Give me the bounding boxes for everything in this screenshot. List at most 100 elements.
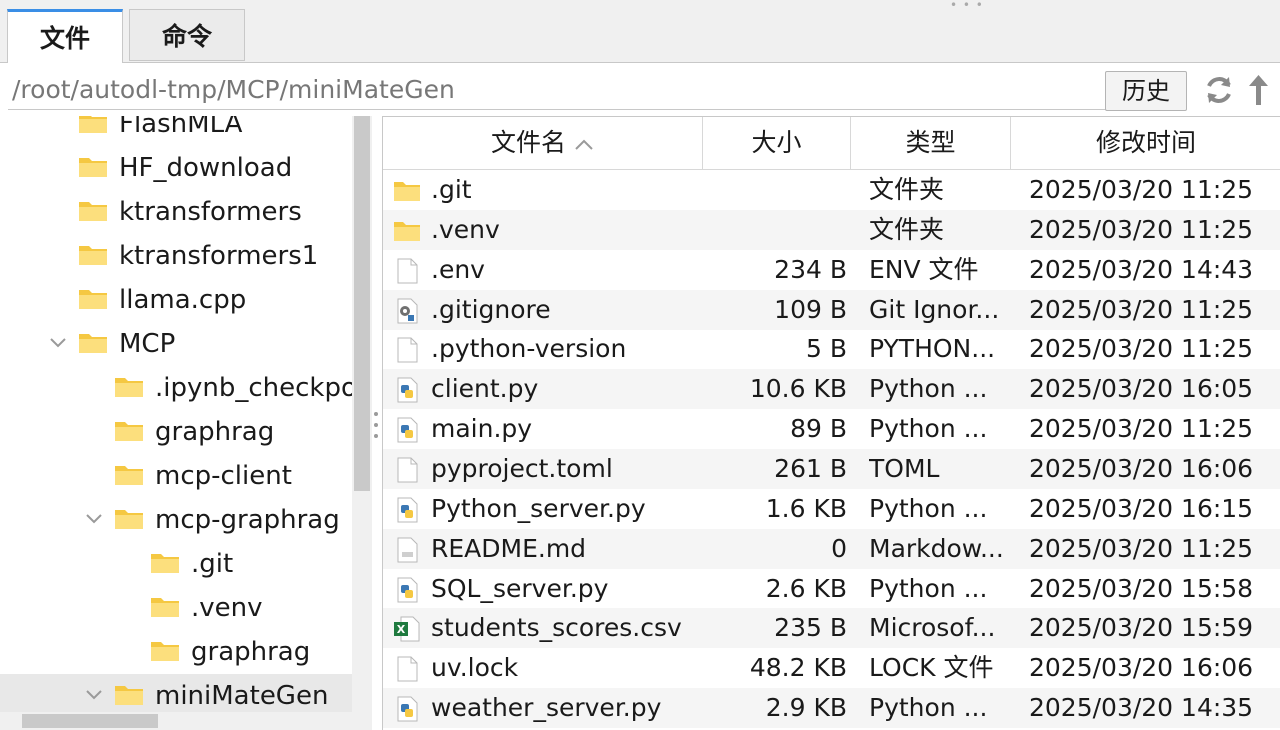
tab-commands[interactable]: 命令 bbox=[129, 9, 245, 61]
tree-item[interactable]: graphrag bbox=[0, 410, 352, 454]
file-type: Microsof... bbox=[869, 613, 996, 643]
tree-item[interactable]: .git bbox=[0, 542, 352, 586]
table-row[interactable]: SQL_server.py 2.6 KB Python ... 2025/03/20 … bbox=[383, 569, 1280, 609]
tree-item-label: HF_download bbox=[119, 153, 293, 183]
file-size: 109 B bbox=[774, 294, 847, 324]
folder-icon bbox=[393, 218, 421, 244]
tree-horizontal-scrollbar[interactable] bbox=[0, 712, 352, 730]
tree-item-label: ktransformers bbox=[119, 197, 302, 227]
chevron-down-icon[interactable] bbox=[48, 322, 68, 366]
file-type: 文件夹 bbox=[869, 214, 945, 244]
file-size: 0 bbox=[831, 533, 847, 563]
tree-item-label: .venv bbox=[191, 593, 263, 623]
tree-item[interactable]: ktransformers1 bbox=[0, 234, 352, 278]
tree-item-label: MCP bbox=[119, 329, 176, 359]
tree-item[interactable]: .venv bbox=[0, 586, 352, 630]
folder-icon bbox=[114, 410, 144, 454]
file-type: Python ... bbox=[869, 493, 988, 523]
folder-icon bbox=[114, 454, 144, 498]
file-size: 261 B bbox=[774, 453, 847, 483]
table-row[interactable]: .venv 文件夹 2025/03/20 11:25 bbox=[383, 209, 1280, 250]
file-size: 1.6 KB bbox=[765, 493, 847, 523]
refresh-icon[interactable] bbox=[1202, 73, 1236, 107]
folder-icon bbox=[78, 146, 108, 190]
blank-file-icon bbox=[393, 656, 421, 682]
folder-icon bbox=[78, 190, 108, 234]
tree-item[interactable]: llama.cpp bbox=[0, 278, 352, 322]
column-header-size[interactable]: 大小 bbox=[703, 117, 851, 169]
tree-scroll-thumb[interactable] bbox=[354, 116, 370, 491]
up-arrow-icon[interactable] bbox=[1245, 73, 1273, 107]
folder-tree: FlashMLA HF_download ktransformers ktransfo… bbox=[0, 116, 352, 730]
python-file-icon bbox=[393, 417, 421, 443]
python-file-icon bbox=[393, 577, 421, 603]
svg-text:X: X bbox=[397, 623, 406, 636]
splitter-grip-icon[interactable] bbox=[373, 410, 379, 440]
file-type: ENV 文件 bbox=[869, 254, 979, 284]
file-modified: 2025/03/20 14:35 bbox=[1029, 693, 1254, 723]
file-size: 89 B bbox=[790, 414, 847, 444]
tree-item-label: FlashMLA bbox=[119, 116, 243, 139]
tree-item-label: mcp-graphrag bbox=[155, 505, 340, 535]
tree-item[interactable]: mcp-client bbox=[0, 454, 352, 498]
tree-item[interactable]: HF_download bbox=[0, 146, 352, 190]
tree-item[interactable]: MCP bbox=[0, 322, 352, 366]
file-name: client.py bbox=[431, 374, 539, 404]
python-file-icon bbox=[393, 377, 421, 403]
tree-item[interactable]: FlashMLA bbox=[0, 116, 352, 146]
file-modified: 2025/03/20 14:43 bbox=[1029, 254, 1254, 284]
folder-icon bbox=[114, 366, 144, 410]
table-row[interactable]: Xstudents_scores.csv 235 B Microsof... 2025… bbox=[383, 608, 1280, 649]
table-row[interactable]: main.py 89 B Python ... 2025/03/20 11:25 bbox=[383, 409, 1280, 449]
file-name: .python-version bbox=[431, 334, 627, 364]
file-list: 文件名 大小 类型 修改时间 .git 文件夹 2025/03/20 11:25 .v… bbox=[382, 116, 1280, 730]
file-type: LOCK 文件 bbox=[869, 653, 994, 683]
path-bar: 历史 bbox=[0, 63, 1280, 115]
tree-item-label: llama.cpp bbox=[119, 285, 247, 315]
column-header-modified[interactable]: 修改时间 bbox=[1011, 117, 1280, 169]
table-row[interactable]: client.py 10.6 KB Python ... 2025/03/20 16:… bbox=[383, 369, 1280, 410]
file-type: 文件夹 bbox=[869, 175, 945, 204]
tree-item-label: mcp-client bbox=[155, 461, 292, 491]
tree-hscroll-thumb[interactable] bbox=[22, 714, 158, 728]
table-row[interactable]: Python_server.py 1.6 KB Python ... 2025/03/… bbox=[383, 489, 1280, 529]
file-name: main.py bbox=[431, 414, 533, 444]
drag-grip-icon[interactable]: • • • bbox=[950, 0, 984, 12]
path-input[interactable] bbox=[8, 69, 1106, 110]
table-row[interactable]: .gitignore 109 B Git Ignor... 2025/03/20 11… bbox=[383, 289, 1280, 330]
tree-item[interactable]: ktransformers bbox=[0, 190, 352, 234]
file-modified: 2025/03/20 11:25 bbox=[1029, 414, 1254, 444]
file-modified: 2025/03/20 11:25 bbox=[1029, 533, 1254, 563]
table-row[interactable]: weather_server.py 2.9 KB Python ... 2025/03… bbox=[383, 688, 1280, 729]
history-button[interactable]: 历史 bbox=[1105, 71, 1187, 111]
tree-item-label: .ipynb_checkpoi bbox=[155, 373, 352, 403]
table-row[interactable]: pyproject.toml 261 B TOML 2025/03/20 16:06 bbox=[383, 448, 1280, 489]
file-name: pyproject.toml bbox=[431, 453, 613, 483]
table-row[interactable]: .env 234 B ENV 文件 2025/03/20 14:43 bbox=[383, 250, 1280, 290]
file-type: Python ... bbox=[869, 693, 988, 723]
file-modified: 2025/03/20 11:25 bbox=[1029, 175, 1254, 204]
tree-item-label: ktransformers1 bbox=[119, 241, 319, 271]
table-row[interactable]: .python-version 5 B PYTHON... 2025/03/20 11… bbox=[383, 329, 1280, 369]
table-row[interactable]: .git 文件夹 2025/03/20 11:25 bbox=[383, 170, 1280, 210]
file-modified: 2025/03/20 15:58 bbox=[1029, 573, 1254, 603]
tree-vertical-scrollbar[interactable] bbox=[352, 116, 372, 730]
tree-item[interactable]: graphrag bbox=[0, 630, 352, 674]
file-type: Markdow... bbox=[869, 533, 1004, 563]
table-row[interactable]: README.md 0 Markdow... 2025/03/20 11:25 bbox=[383, 528, 1280, 569]
blank-file-icon bbox=[393, 258, 421, 284]
column-header-type[interactable]: 类型 bbox=[851, 117, 1011, 169]
tree-item[interactable]: mcp-graphrag bbox=[0, 498, 352, 542]
file-size: 2.6 KB bbox=[765, 573, 847, 603]
tree-item[interactable]: .ipynb_checkpoi bbox=[0, 366, 352, 410]
file-size: 10.6 KB bbox=[749, 374, 847, 404]
folder-icon bbox=[150, 630, 180, 674]
column-header-name[interactable]: 文件名 bbox=[383, 117, 703, 169]
file-name: .venv bbox=[431, 214, 500, 244]
tab-files[interactable]: 文件 bbox=[7, 9, 123, 63]
table-row[interactable]: uv.lock 48.2 KB LOCK 文件 2025/03/20 16:06 bbox=[383, 648, 1280, 688]
column-header-name-label: 文件名 bbox=[490, 128, 566, 157]
file-modified: 2025/03/20 11:25 bbox=[1029, 214, 1254, 244]
tree-item-label: graphrag bbox=[191, 637, 311, 667]
chevron-down-icon[interactable] bbox=[84, 498, 104, 542]
